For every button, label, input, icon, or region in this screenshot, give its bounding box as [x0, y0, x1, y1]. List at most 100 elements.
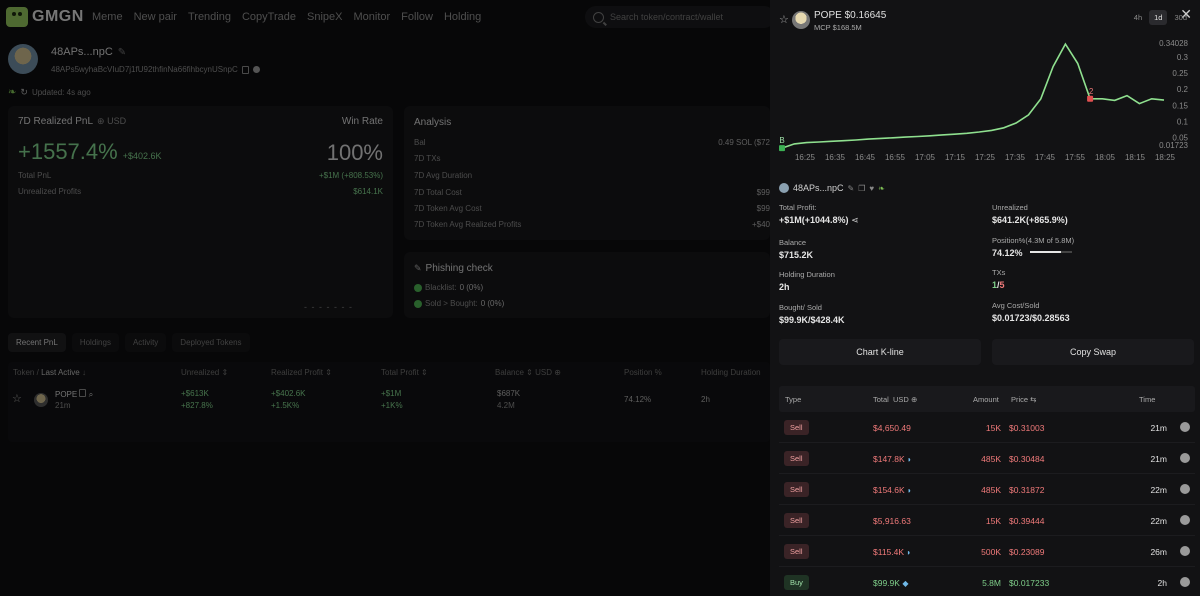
refresh-icon[interactable]: ↻ [20, 87, 28, 98]
total-pnl-label: Total PnL [18, 171, 52, 180]
tx-price: $0.23089 [1009, 547, 1045, 557]
col-unrealized[interactable]: Unrealized ⇕ [181, 368, 228, 377]
avg-cost-value: $0.01723/$0.28563 [992, 313, 1070, 323]
last-active: 21m [55, 401, 71, 410]
search-input[interactable] [610, 12, 760, 22]
star-icon[interactable]: ☆ [12, 392, 22, 405]
range-tab-1d[interactable]: 1d [1149, 10, 1168, 25]
distribution-placeholder: - - - - - - - [304, 302, 353, 312]
range-tab-4h[interactable]: 4h [1129, 10, 1147, 25]
tx-row[interactable]: Buy $99.9K ◆ 5.8M $0.017233 2h [779, 567, 1195, 596]
tx-detail-icon[interactable] [1180, 577, 1190, 587]
explorer-icon[interactable] [252, 66, 260, 73]
sell-marker[interactable] [1087, 95, 1094, 102]
col-last-active-label[interactable]: Last Active [41, 368, 80, 377]
tx-col-total[interactable]: Total USD ⊕ [873, 395, 917, 404]
x-tick-label: 16:35 [825, 153, 846, 162]
total-value: +$1M [381, 389, 402, 398]
col-realized[interactable]: Realized Profit ⇕ [271, 368, 332, 377]
nav-item-copytrade[interactable]: CopyTrade [242, 11, 296, 23]
tab-deployed-tokens[interactable]: Deployed Tokens [172, 333, 250, 352]
col-holding[interactable]: Holding Duration [701, 368, 761, 377]
tx-detail-icon[interactable] [1180, 546, 1190, 556]
phishing-card: ✎ Phishing check Blacklist: 0 (0%) Sold … [404, 252, 770, 318]
wallet-name: 48APs...npC [51, 46, 113, 58]
x-tick-label: 17:05 [915, 153, 936, 162]
tx-row[interactable]: Sell $147.8K ◗ 485K $0.30484 21m [779, 443, 1195, 474]
logo[interactable]: GMGN [6, 7, 84, 27]
tx-type-badge: Sell [784, 544, 809, 559]
star-icon[interactable]: ☆ [779, 13, 789, 26]
col-total[interactable]: Total Profit ⇕ [381, 368, 428, 377]
y-tick-label: 0.2 [1177, 85, 1189, 94]
col-position[interactable]: Position % [624, 368, 662, 377]
nav-item-follow[interactable]: Follow [401, 11, 433, 23]
holding-label: Holding Duration [779, 270, 835, 279]
token-mcp: MCP $168.5M [814, 23, 862, 32]
win-rate-value: 100% [326, 140, 383, 165]
tx-col-price[interactable]: Price ⇆ [1011, 395, 1036, 404]
chart-kline-button[interactable]: Chart K-line [779, 339, 981, 365]
pencil-icon[interactable]: ✎ [848, 184, 855, 193]
token-detail-panel: ✕ ☆ POPE $0.16645 MCP $168.5M 4h 1d 30d … [770, 0, 1200, 596]
total-pnl-value: +$1M (+808.53%) [318, 171, 383, 180]
buy-marker[interactable] [779, 145, 785, 152]
tx-detail-icon[interactable] [1180, 453, 1190, 463]
analysis-row: 7D Avg Duration [414, 171, 770, 180]
analysis-label: Bal [414, 138, 426, 147]
x-tick-label: 17:15 [945, 153, 966, 162]
copy-swap-button[interactable]: Copy Swap [992, 339, 1194, 365]
col-balance-label: Balance [495, 368, 524, 377]
col-token[interactable]: Token / Last Active ↓ [13, 368, 86, 377]
price-line [781, 42, 1165, 149]
nav-item-trending[interactable]: Trending [188, 11, 231, 23]
tx-amount: 15K [985, 423, 1001, 433]
nav-item-meme[interactable]: Meme [92, 11, 123, 23]
analysis-value: $99 [756, 188, 770, 197]
wallet-tabs: Recent PnL Holdings Activity Deployed To… [8, 333, 250, 352]
col-balance[interactable]: Balance ⇕ USD ⊕ [495, 368, 561, 377]
whale-icon: ◗ [907, 486, 912, 495]
tx-type-badge: Sell [784, 513, 809, 528]
unrealized-label: Unrealized Profits [18, 187, 82, 196]
frog-icon: ❧ [8, 87, 17, 98]
tx-detail-icon[interactable] [1180, 422, 1190, 432]
tx-total-text: $154.6K [873, 485, 905, 495]
nav-item-new-pair[interactable]: New pair [134, 11, 177, 23]
tab-activity[interactable]: Activity [124, 333, 167, 352]
copy-icon[interactable] [241, 65, 249, 74]
tx-row[interactable]: Sell $4,650.49 15K $0.31003 21m [779, 412, 1195, 443]
tx-detail-icon[interactable] [1180, 515, 1190, 525]
copy-icon[interactable] [79, 389, 87, 397]
col-token-label: Token [13, 368, 35, 377]
nav-item-snipex[interactable]: SnipeX [307, 11, 342, 23]
tx-col-type: Type [785, 395, 802, 404]
nav-item-monitor[interactable]: Monitor [353, 11, 390, 23]
holding-value: 2h [701, 395, 710, 404]
search-box [585, 6, 775, 28]
tx-col-amount: Amount [973, 395, 999, 404]
currency-toggle[interactable]: ⊕ USD [97, 116, 126, 127]
pencil-icon[interactable]: ✎ [118, 47, 126, 58]
share-icon[interactable]: ⋖ [851, 215, 859, 225]
tx-row[interactable]: Sell $115.4K ◗ 500K $0.23089 26m [779, 536, 1195, 567]
tab-recent-pnl[interactable]: Recent PnL [8, 333, 66, 352]
copy-icon[interactable]: ❐ [858, 184, 865, 193]
token-logo-icon [34, 393, 48, 407]
panel-wallet-name: 48APs...npC [793, 183, 844, 193]
range-tab-30d[interactable]: 30d [1169, 10, 1192, 25]
sold-bought-label: Sold > Bought: [425, 299, 478, 308]
x-tick-label: 17:25 [975, 153, 996, 162]
tab-holdings[interactable]: Holdings [71, 333, 119, 352]
price-chart[interactable]: 0.340280.30.250.20.150.10.050.0172316:25… [776, 36, 1196, 166]
search-icon[interactable]: ⌕ [89, 390, 93, 399]
x-tick-label: 16:55 [885, 153, 906, 162]
tx-row[interactable]: Sell $154.6K ◗ 485K $0.31872 22m [779, 474, 1195, 505]
pnl-table: Token / Last Active ↓ Unrealized ⇕ Reali… [8, 362, 770, 442]
nav-item-holding[interactable]: Holding [444, 11, 481, 23]
search-icon [593, 11, 604, 23]
tx-row[interactable]: Sell $5,916.63 15K $0.39444 22m [779, 505, 1195, 536]
position-bar-fill [1030, 251, 1062, 253]
heart-icon[interactable]: ♥ [869, 184, 874, 193]
tx-detail-icon[interactable] [1180, 484, 1190, 494]
